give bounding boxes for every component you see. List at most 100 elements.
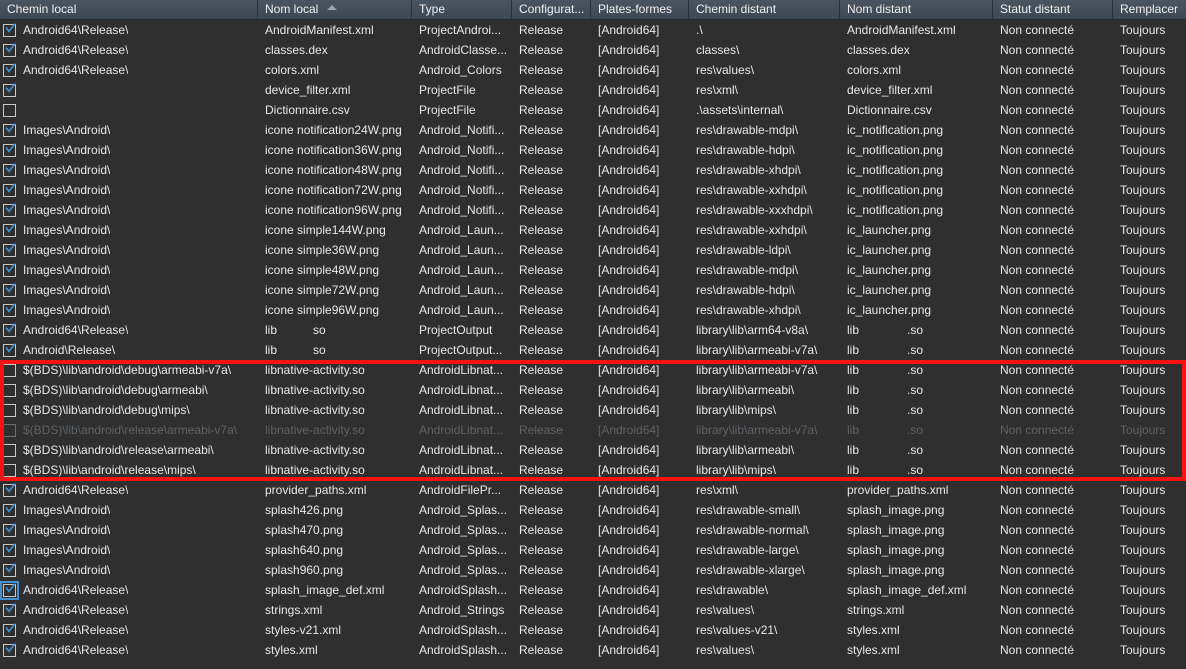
cell-chemin_local[interactable]: Android64\Release\ <box>0 320 258 340</box>
cell-chemin_local[interactable]: Images\Android\ <box>0 160 258 180</box>
checkbox-checked[interactable] <box>3 22 16 37</box>
table-row[interactable]: device_filter.xml ProjectFile Release [Andr… <box>0 80 1186 100</box>
table-row[interactable]: Images\Android\ icone simple36W.png Androi… <box>0 240 1186 260</box>
table-row[interactable]: Android\Release\ lib so ProjectOutput... Rel… <box>0 340 1186 360</box>
checkbox-unchecked[interactable] <box>3 363 16 377</box>
checkbox-checked[interactable] <box>3 82 16 97</box>
table-row[interactable]: Android64\Release\ styles-v21.xml AndroidS… <box>0 620 1186 640</box>
column-header-chemin_local[interactable]: Chemin local <box>0 0 258 19</box>
checkbox-checked[interactable] <box>0 580 19 600</box>
table-row[interactable]: $(BDS)\lib\android\release\armeabi\ libna… <box>0 440 1186 460</box>
cell-chemin_local[interactable]: Android64\Release\ <box>0 600 258 620</box>
checkbox-checked[interactable] <box>3 42 16 57</box>
checkbox-checked[interactable] <box>3 602 16 617</box>
cell-chemin_local[interactable]: Images\Android\ <box>0 280 258 300</box>
cell-chemin_local[interactable]: Images\Android\ <box>0 500 258 520</box>
checkbox-checked[interactable] <box>3 562 16 577</box>
cell-chemin_local[interactable]: Images\Android\ <box>0 140 258 160</box>
checkbox-unchecked[interactable] <box>3 103 16 117</box>
checkbox-checked[interactable] <box>3 642 16 657</box>
cell-chemin_local[interactable] <box>0 80 258 100</box>
cell-chemin_local[interactable]: Android64\Release\ <box>0 640 258 660</box>
table-row[interactable]: $(BDS)\lib\android\release\mips\ libnativ… <box>0 460 1186 480</box>
cell-chemin_local[interactable]: Images\Android\ <box>0 180 258 200</box>
table-row[interactable]: Images\Android\ icone simple72W.png Androi… <box>0 280 1186 300</box>
table-row[interactable]: Images\Android\ icone notification96W.png… <box>0 200 1186 220</box>
table-row[interactable]: $(BDS)\lib\android\debug\armeabi\ libnati… <box>0 380 1186 400</box>
cell-chemin_local[interactable]: Android64\Release\ <box>0 620 258 640</box>
checkbox-checked[interactable] <box>3 322 16 337</box>
checkbox-checked[interactable] <box>3 262 16 277</box>
cell-chemin_local[interactable]: Android64\Release\ <box>0 40 258 60</box>
cell-chemin_local[interactable]: $(BDS)\lib\android\release\armeabi\ <box>0 440 258 460</box>
checkbox-checked[interactable] <box>3 62 16 77</box>
checkbox-unchecked[interactable] <box>3 383 16 397</box>
table-row[interactable]: Images\Android\ icone notification48W.png… <box>0 160 1186 180</box>
cell-chemin_local[interactable]: Android64\Release\ <box>0 580 258 600</box>
checkbox-checked[interactable] <box>3 222 16 237</box>
checkbox-checked[interactable] <box>3 622 16 637</box>
table-row[interactable]: Images\Android\ icone simple96W.png Androi… <box>0 300 1186 320</box>
cell-chemin_local[interactable]: $(BDS)\lib\android\release\mips\ <box>0 460 258 480</box>
cell-chemin_local[interactable]: Android64\Release\ <box>0 60 258 80</box>
table-row[interactable]: $(BDS)\lib\android\debug\armeabi-v7a\ lib… <box>0 360 1186 380</box>
cell-chemin_local[interactable] <box>0 100 258 120</box>
checkbox-unchecked[interactable] <box>3 463 16 477</box>
table-row[interactable]: Android64\Release\ provider_paths.xml Andr… <box>0 480 1186 500</box>
checkbox-unchecked[interactable] <box>3 423 16 437</box>
table-row[interactable]: Dictionnaire.csv ProjectFile Release [Andro… <box>0 100 1186 120</box>
cell-chemin_local[interactable]: Images\Android\ <box>0 300 258 320</box>
cell-chemin_local[interactable]: $(BDS)\lib\android\release\armeabi-v7a\ <box>0 420 258 440</box>
column-header-chemin_distant[interactable]: Chemin distant <box>689 0 840 19</box>
cell-chemin_local[interactable]: Images\Android\ <box>0 200 258 220</box>
cell-chemin_local[interactable]: Images\Android\ <box>0 120 258 140</box>
table-row[interactable]: Android64\Release\ styles.xml AndroidSplas… <box>0 640 1186 660</box>
checkbox-unchecked[interactable] <box>3 443 16 457</box>
table-row[interactable]: Images\Android\ icone notification36W.png… <box>0 140 1186 160</box>
grid-body[interactable]: Android64\Release\ AndroidManifest.xml Pro… <box>0 20 1186 669</box>
table-row[interactable]: Android64\Release\ splash_image_def.xml An… <box>0 580 1186 600</box>
column-header-remplacer[interactable]: Remplacer <box>1113 0 1186 19</box>
cell-chemin_local[interactable]: Images\Android\ <box>0 540 258 560</box>
cell-chemin_local[interactable]: Android64\Release\ <box>0 480 258 500</box>
column-header-nom_local[interactable]: Nom local <box>258 0 412 19</box>
table-row[interactable]: Images\Android\ icone simple48W.png Androi… <box>0 260 1186 280</box>
cell-chemin_local[interactable]: Android\Release\ <box>0 340 258 360</box>
cell-chemin_local[interactable]: Images\Android\ <box>0 240 258 260</box>
table-row[interactable]: Android64\Release\ lib so ProjectOutput Rele… <box>0 320 1186 340</box>
table-row[interactable]: $(BDS)\lib\android\release\armeabi-v7a\ l… <box>0 420 1186 440</box>
table-row[interactable]: Images\Android\ icone notification24W.png… <box>0 120 1186 140</box>
column-header-statut_distant[interactable]: Statut distant <box>993 0 1113 19</box>
table-row[interactable]: Android64\Release\ classes.dex AndroidClas… <box>0 40 1186 60</box>
checkbox-checked[interactable] <box>3 522 16 537</box>
checkbox-checked[interactable] <box>3 242 16 257</box>
checkbox-checked[interactable] <box>3 162 16 177</box>
checkbox-checked[interactable] <box>3 182 16 197</box>
checkbox-checked[interactable] <box>3 542 16 557</box>
table-row[interactable]: Images\Android\ splash470.png Android_Spla… <box>0 520 1186 540</box>
table-row[interactable]: Images\Android\ splash640.png Android_Spla… <box>0 540 1186 560</box>
checkbox-checked[interactable] <box>3 122 16 137</box>
cell-chemin_local[interactable]: Images\Android\ <box>0 260 258 280</box>
checkbox-checked[interactable] <box>3 482 16 497</box>
table-row[interactable]: Images\Android\ icone simple144W.png Andro… <box>0 220 1186 240</box>
table-row[interactable]: Images\Android\ splash426.png Android_Spla… <box>0 500 1186 520</box>
cell-chemin_local[interactable]: Images\Android\ <box>0 220 258 240</box>
checkbox-checked[interactable] <box>3 142 16 157</box>
table-row[interactable]: Images\Android\ splash960.png Android_Spla… <box>0 560 1186 580</box>
cell-chemin_local[interactable]: $(BDS)\lib\android\debug\armeabi-v7a\ <box>0 360 258 380</box>
cell-chemin_local[interactable]: Images\Android\ <box>0 520 258 540</box>
cell-chemin_local[interactable]: Images\Android\ <box>0 560 258 580</box>
table-row[interactable]: Android64\Release\ AndroidManifest.xml Pro… <box>0 20 1186 40</box>
table-row[interactable]: Android64\Release\ colors.xml Android_Colo… <box>0 60 1186 80</box>
table-row[interactable]: Images\Android\ icone notification72W.png… <box>0 180 1186 200</box>
table-row[interactable]: Android64\Release\ strings.xml Android_Str… <box>0 600 1186 620</box>
column-header-nom_distant[interactable]: Nom distant <box>840 0 993 19</box>
cell-chemin_local[interactable]: Android64\Release\ <box>0 20 258 40</box>
column-header-configuration[interactable]: Configurat... <box>512 0 591 19</box>
checkbox-checked[interactable] <box>3 502 16 517</box>
column-header-type[interactable]: Type <box>412 0 512 19</box>
checkbox-checked[interactable] <box>3 282 16 297</box>
checkbox-checked[interactable] <box>3 202 16 217</box>
checkbox-unchecked[interactable] <box>3 403 16 417</box>
